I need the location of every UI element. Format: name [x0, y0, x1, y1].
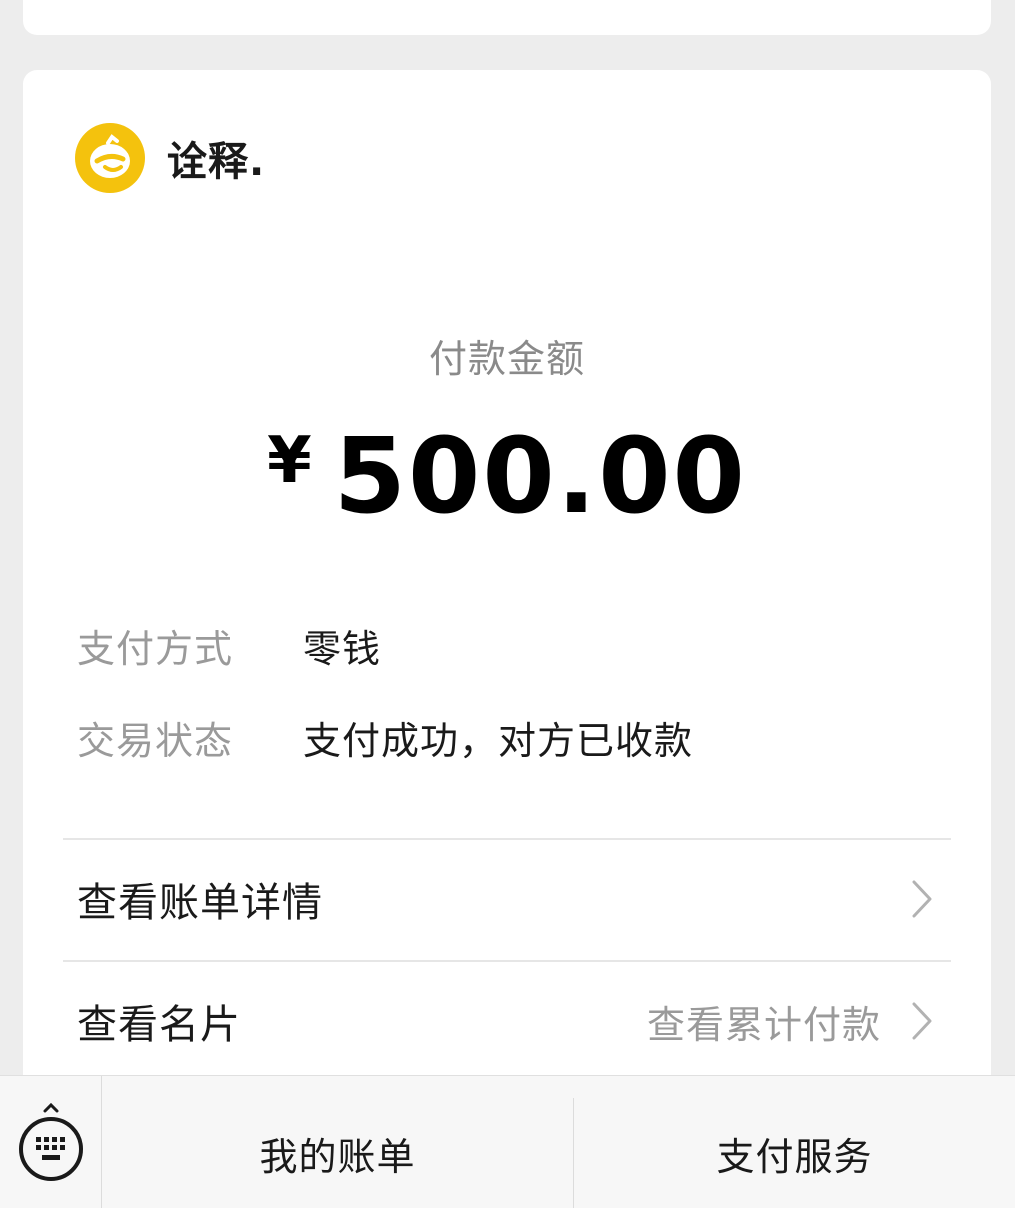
bottom-menu-bar: 我的账单 支付服务 — [0, 1075, 1015, 1208]
view-total-label: 查看累计付款 — [646, 1002, 881, 1047]
payment-method-label: 支付方式 — [77, 627, 234, 671]
bill-details-link[interactable]: 查看账单详情 — [63, 840, 951, 958]
keyboard-toggle-button[interactable] — [0, 1076, 102, 1208]
bill-details-label: 查看账单详情 — [77, 880, 323, 926]
view-total-payment[interactable]: 查看累计付款 — [647, 994, 933, 1049]
chevron-right-icon — [912, 880, 932, 918]
merchant-name[interactable]: 诠释. — [167, 129, 265, 187]
amount-display: ¥500.00 — [23, 415, 991, 537]
amount-label: 付款金额 — [428, 337, 585, 381]
merchant-logo-icon — [90, 134, 130, 178]
pay-service-menu[interactable]: 支付服务 — [574, 1098, 1015, 1208]
keyboard-icon — [18, 1102, 83, 1181]
transaction-status-row: 交易状态 支付成功，对方已收款 — [77, 710, 693, 765]
payment-detail-page: 诠释. 付款金额 ¥500.00 支付方式 零钱 交易状态 支付成功，对方已收款… — [0, 0, 1015, 1208]
merchant-header[interactable]: 诠释. — [75, 123, 265, 193]
transaction-status-label: 交易状态 — [77, 719, 234, 763]
bill-details-right — [911, 879, 933, 919]
view-card-link[interactable]: 查看名片 查看累计付款 — [63, 962, 951, 1080]
transaction-status-value: 支付成功，对方已收款 — [303, 719, 694, 763]
previous-card — [23, 0, 991, 35]
payment-method-row: 支付方式 零钱 — [77, 618, 381, 673]
view-card-label: 查看名片 — [77, 1002, 241, 1048]
payment-amount: 500.00 — [333, 415, 747, 537]
payment-card: 诠释. 付款金额 ¥500.00 支付方式 零钱 交易状态 支付成功，对方已收款… — [23, 70, 991, 1208]
payment-method-value: 零钱 — [303, 627, 382, 671]
merchant-avatar[interactable] — [75, 123, 145, 193]
my-bills-menu[interactable]: 我的账单 — [102, 1098, 573, 1208]
chevron-right-icon — [912, 1002, 932, 1040]
currency-symbol: ¥ — [267, 424, 312, 498]
